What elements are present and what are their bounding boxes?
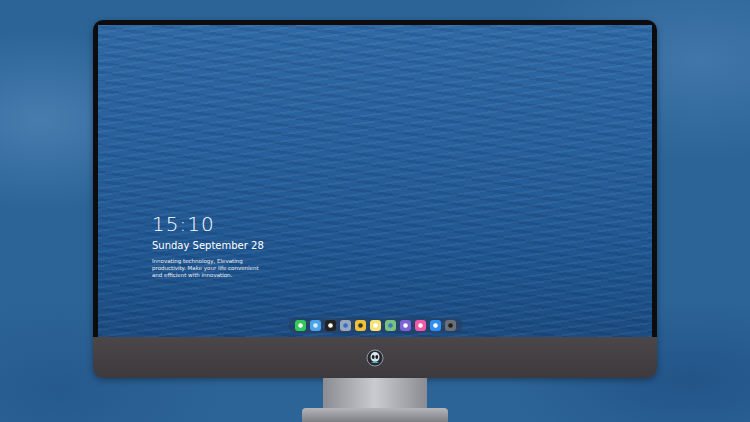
page-background: 15:10 Sunday September 28 Innovating techn…: [0, 0, 750, 422]
lock-screen: 15:10 Sunday September 28 Innovating techn…: [98, 25, 652, 337]
monitor-bezel: 15:10 Sunday September 28 Innovating techn…: [93, 20, 657, 337]
notes-icon[interactable]: [370, 320, 381, 331]
tagline: Innovating technology, Elevating product…: [152, 258, 262, 279]
store-glyph-icon: [432, 322, 439, 329]
video-icon[interactable]: [355, 320, 366, 331]
messages-glyph-icon: [297, 322, 304, 329]
notes-glyph-icon: [372, 322, 379, 329]
store-icon[interactable]: [430, 320, 441, 331]
dock: [289, 318, 462, 333]
video-glyph-icon: [357, 322, 364, 329]
photos-icon[interactable]: [385, 320, 396, 331]
monitor-stand-neck: [323, 378, 427, 408]
music-icon[interactable]: [415, 320, 426, 331]
messages-icon[interactable]: [295, 320, 306, 331]
clock-icon[interactable]: [325, 320, 336, 331]
finder-icon[interactable]: [340, 320, 351, 331]
finder-glyph-icon: [342, 322, 349, 329]
lock-info: 15:10 Sunday September 28 Innovating techn…: [152, 212, 652, 279]
alien-logo-icon: [366, 349, 384, 367]
clock-glyph-icon: [327, 322, 334, 329]
monitor: 15:10 Sunday September 28 Innovating techn…: [93, 20, 657, 378]
music-glyph-icon: [417, 322, 424, 329]
clock-date: Sunday September 28: [152, 239, 652, 253]
app-glyph-icon: [402, 322, 409, 329]
folder-icon[interactable]: [310, 320, 321, 331]
app-icon[interactable]: [400, 320, 411, 331]
folder-glyph-icon: [312, 322, 319, 329]
monitor-stand-base: [302, 408, 448, 422]
photos-glyph-icon: [387, 322, 394, 329]
camera-icon[interactable]: [445, 320, 456, 331]
clock-time: 15:10: [152, 212, 652, 236]
monitor-chin: [93, 337, 657, 378]
camera-glyph-icon: [447, 322, 454, 329]
